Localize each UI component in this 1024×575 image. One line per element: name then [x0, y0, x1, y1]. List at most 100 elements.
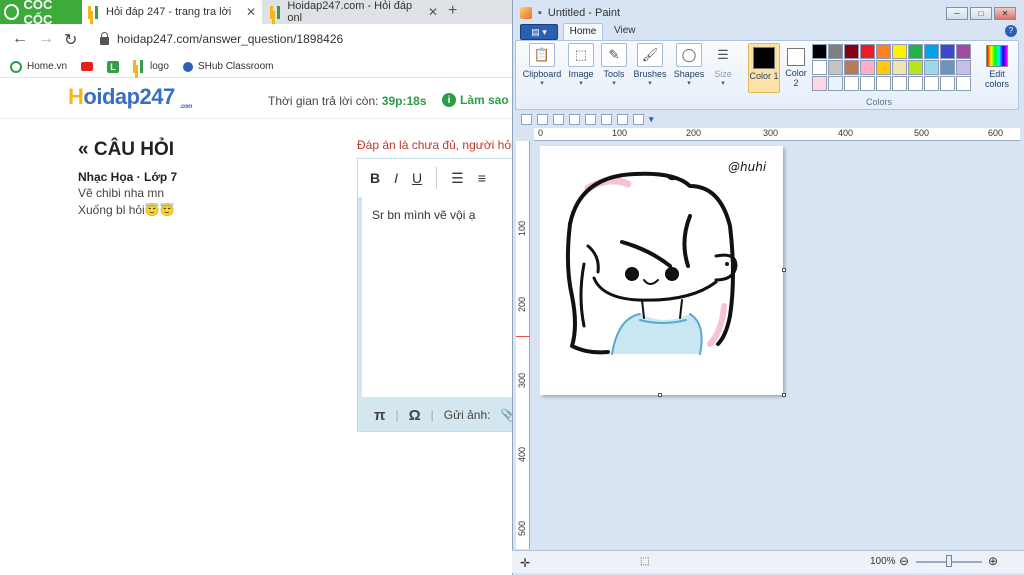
size-button[interactable]: ☰ Size ▾ [708, 43, 738, 87]
undo-icon[interactable] [537, 113, 548, 125]
arrow-right-icon[interactable]: → [38, 30, 54, 48]
palette-swatch[interactable] [892, 60, 907, 75]
chevron-down-icon[interactable]: ▾ [649, 114, 654, 125]
text-icon[interactable] [633, 113, 644, 125]
palette-swatch[interactable] [876, 60, 891, 75]
bookmark-label: logo [150, 61, 169, 72]
print-icon[interactable] [585, 113, 596, 125]
palette-swatch[interactable] [940, 44, 955, 59]
close-icon[interactable]: ✕ [428, 5, 438, 19]
select-icon[interactable] [569, 113, 580, 125]
palette-swatch[interactable] [892, 44, 907, 59]
math-button[interactable]: π [374, 407, 385, 424]
palette-swatch[interactable] [812, 60, 827, 75]
tab-hoidap-home[interactable]: Hoidap247.com - Hỏi đáp onl ✕ [264, 0, 444, 24]
bookmark-l[interactable]: L [107, 60, 120, 73]
color1-label: Color 1 [749, 71, 779, 81]
bookmark-homevn[interactable]: Home.vn [10, 60, 67, 73]
tab-home[interactable]: Home [563, 23, 603, 41]
tab-view[interactable]: View [614, 25, 636, 36]
coccoc-logo-icon [4, 4, 20, 20]
clipboard-button[interactable]: 📋 Clipboard ▾ [522, 43, 562, 87]
reload-icon[interactable]: ↻ [64, 30, 77, 50]
color1-button[interactable]: Color 1 [748, 43, 780, 93]
bold-button[interactable]: B [370, 170, 380, 186]
save-icon[interactable]: ▪ [538, 7, 542, 19]
fill-icon[interactable] [601, 113, 612, 125]
address-bar[interactable]: hoidap247.com/answer_question/1898426 [100, 28, 512, 50]
resize-handle[interactable] [782, 268, 786, 272]
group-label: Shapes [673, 69, 705, 79]
resize-handle[interactable] [782, 393, 786, 397]
help-icon[interactable]: ? [1005, 25, 1017, 37]
symbol-button[interactable]: Ω [409, 407, 421, 424]
palette-swatch[interactable] [956, 76, 971, 91]
close-icon[interactable]: ✕ [994, 7, 1016, 20]
palette-swatch[interactable] [940, 76, 955, 91]
image-button[interactable]: ⬚ Image ▾ [566, 43, 596, 87]
bookmark-youtube[interactable] [81, 62, 94, 71]
underline-button[interactable]: U [412, 170, 422, 186]
palette-swatch[interactable] [844, 76, 859, 91]
palette-swatch[interactable] [892, 76, 907, 91]
close-icon[interactable]: ✕ [246, 5, 256, 19]
bookmark-logo[interactable]: logo [133, 60, 169, 73]
paint-file-menu[interactable]: ▤ ▾ [520, 24, 558, 40]
brushes-button[interactable]: 🖌 Brushes ▾ [632, 43, 668, 87]
palette-swatch[interactable] [924, 44, 939, 59]
eraser-icon[interactable] [617, 113, 628, 125]
question-line: Xuống bl hỏi😇😇 [78, 203, 175, 217]
align-left-icon[interactable]: ☰ [451, 170, 464, 187]
palette-swatch[interactable] [940, 60, 955, 75]
hint-link[interactable]: i Làm sao [442, 93, 509, 107]
answer-textarea[interactable]: Sr bn mình vẽ vội ạ [362, 197, 518, 397]
plus-icon[interactable]: + [448, 2, 457, 20]
maximize-icon[interactable]: □ [970, 7, 992, 20]
palette-swatch[interactable] [812, 76, 827, 91]
palette-swatch[interactable] [956, 44, 971, 59]
save-icon[interactable] [521, 113, 532, 125]
shapes-icon: ◯ [676, 43, 702, 67]
palette-swatch[interactable] [924, 60, 939, 75]
answer-text: Sr bn mình vẽ vội ạ [372, 208, 476, 222]
palette-swatch[interactable] [860, 44, 875, 59]
palette-swatch[interactable] [924, 76, 939, 91]
paint-app-icon [520, 7, 532, 19]
editor-toolbar: B I U ☰ ≡ [358, 159, 518, 197]
double-chevron-left-icon[interactable]: « [78, 139, 89, 160]
zoom-out-icon[interactable]: ⊖ [899, 554, 909, 568]
paint-canvas[interactable]: @huhi [540, 146, 783, 395]
palette-swatch[interactable] [828, 60, 843, 75]
italic-button[interactable]: I [394, 170, 398, 186]
tools-button[interactable]: ✎ Tools ▾ [600, 43, 628, 87]
palette-swatch[interactable] [876, 76, 891, 91]
redo-icon[interactable] [553, 113, 564, 125]
palette-swatch[interactable] [828, 76, 843, 91]
arrow-left-icon[interactable]: ← [12, 30, 28, 48]
browser-brand[interactable]: CỐC CỐC [0, 0, 82, 27]
palette-swatch[interactable] [908, 76, 923, 91]
palette-swatch[interactable] [844, 44, 859, 59]
minimize-icon[interactable]: ─ [946, 7, 968, 20]
palette-swatch[interactable] [860, 60, 875, 75]
palette-swatch[interactable] [876, 44, 891, 59]
palette-swatch[interactable] [860, 76, 875, 91]
palette-swatch[interactable] [828, 44, 843, 59]
answer-warning: Đáp án là chưa đủ, người hỏi [357, 138, 514, 152]
zoom-slider-thumb[interactable] [946, 555, 952, 567]
palette-swatch[interactable] [908, 60, 923, 75]
ruler-tick: 100 [517, 221, 527, 237]
site-logo[interactable]: Hoidap247 .com [68, 84, 193, 110]
palette-swatch[interactable] [908, 44, 923, 59]
color2-button[interactable]: Color 2 [783, 43, 809, 93]
align-center-icon[interactable]: ≡ [478, 170, 486, 186]
shapes-button[interactable]: ◯ Shapes ▾ [672, 43, 706, 87]
bookmark-shub[interactable]: SHub Classroom [182, 61, 274, 72]
tab-hoidap-answer[interactable]: Hỏi đáp 247 - trang tra lời ✕ [82, 0, 262, 24]
palette-swatch[interactable] [812, 44, 827, 59]
palette-swatch[interactable] [844, 60, 859, 75]
palette-swatch[interactable] [956, 60, 971, 75]
resize-handle[interactable] [658, 393, 662, 397]
edit-colors-button[interactable]: Edit colors [980, 44, 1014, 89]
zoom-in-icon[interactable]: ⊕ [988, 554, 998, 568]
